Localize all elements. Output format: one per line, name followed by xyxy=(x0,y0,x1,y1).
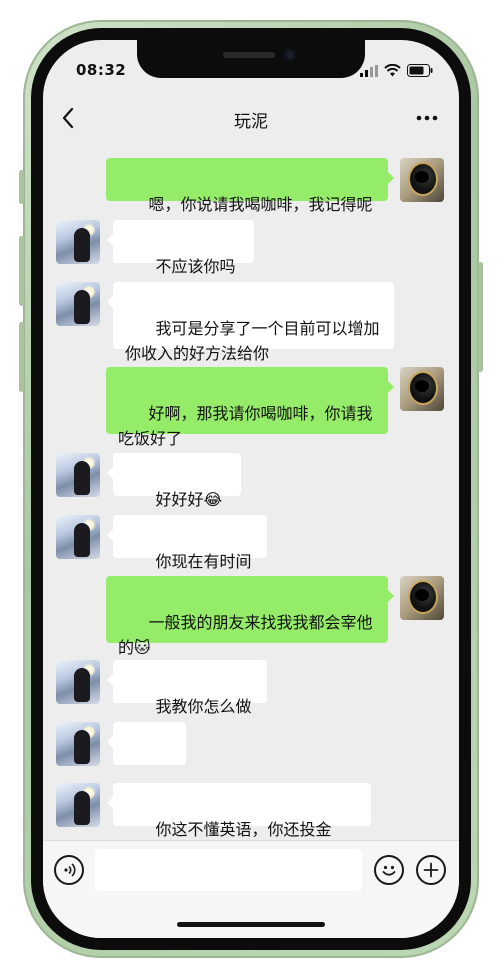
silent-switch xyxy=(19,170,24,204)
message-bubble[interactable]: 你这不懂英语，你还投金融。 xyxy=(107,783,371,864)
message-row: 我教你怎么做吧 xyxy=(43,660,459,741)
avatar-friend[interactable] xyxy=(56,722,100,766)
power-button xyxy=(478,262,483,372)
status-icons xyxy=(360,62,433,81)
message-bubble[interactable]: 我教你怎么做吧 xyxy=(107,660,267,741)
emoji-button[interactable] xyxy=(374,855,404,885)
avatar-friend[interactable] xyxy=(56,453,100,497)
message-row: 一般我的朋友来找我我都会宰他 的🐱 xyxy=(43,576,459,657)
more-button[interactable] xyxy=(413,106,441,130)
wifi-icon xyxy=(384,62,401,81)
message-bubble[interactable]: 好好好😂😂 xyxy=(107,453,241,534)
avatar-self[interactable] xyxy=(400,576,444,620)
message-row: 我可是分享了一个目前可以增加 你收入的好方法给你 xyxy=(43,282,459,363)
volume-up-button xyxy=(19,236,24,306)
message-text: 一般我的朋友来找我我都会宰他 的🐱 xyxy=(118,613,373,657)
volume-down-button xyxy=(19,322,24,392)
message-bubble[interactable]: 嗯，你说请我喝咖啡，我记得呢 xyxy=(106,158,394,214)
speaker xyxy=(223,52,275,58)
avatar-friend[interactable] xyxy=(56,783,100,827)
signal-icon xyxy=(360,62,378,81)
message-bubble[interactable]: 好啊，那我请你喝咖啡，你请我 吃饭好了 xyxy=(106,367,394,448)
message-text: 嗯，你说请我喝咖啡，我记得呢 xyxy=(148,195,373,214)
message-row: 好啊，那我请你喝咖啡，你请我 吃饭好了 xyxy=(43,367,459,448)
message-row: 不应该你吗😂 xyxy=(43,220,459,301)
message-text: 我可是分享了一个目前可以增加 你收入的好方法给你 xyxy=(125,319,380,363)
avatar-friend[interactable] xyxy=(56,282,100,326)
message-bubble[interactable]: 一般我的朋友来找我我都会宰他 的🐱 xyxy=(106,576,394,657)
message-bubble[interactable]: 我可是分享了一个目前可以增加 你收入的好方法给你 xyxy=(107,282,394,363)
message-row: 你现在有时间吧 xyxy=(43,515,459,596)
message-row: 嗯，你说请我喝咖啡，我记得呢 xyxy=(43,158,459,214)
status-time: 08:32 xyxy=(76,61,127,79)
message-row: 😂😂 xyxy=(43,722,459,803)
message-text: 好啊，那我请你喝咖啡，你请我 吃饭好了 xyxy=(118,404,373,448)
message-input[interactable] xyxy=(95,849,362,891)
avatar-friend[interactable] xyxy=(56,660,100,704)
front-camera xyxy=(283,48,297,62)
avatar-self[interactable] xyxy=(400,367,444,411)
message-bubble[interactable]: 不应该你吗😂 xyxy=(107,220,254,301)
avatar-friend[interactable] xyxy=(56,220,100,264)
message-row: 好好好😂😂 xyxy=(43,453,459,534)
nav-bar: 玩泥 xyxy=(43,98,459,138)
avatar-self[interactable] xyxy=(400,158,444,202)
plus-button[interactable] xyxy=(416,855,446,885)
message-bubble[interactable]: 你现在有时间吧 xyxy=(107,515,267,596)
screen: 08:32 玩泥 嗯，你说请我喝咖啡，我记得呢 不应该你吗 我可是分享了一个目前… xyxy=(43,40,459,938)
message-bubble[interactable]: 😂😂 xyxy=(107,722,186,803)
chat-title: 玩泥 xyxy=(234,112,268,132)
notch xyxy=(137,40,365,78)
message-row: 你这不懂英语，你还投金融。 xyxy=(43,783,459,864)
voice-button[interactable] xyxy=(54,855,84,885)
avatar-friend[interactable] xyxy=(56,515,100,559)
battery-icon xyxy=(407,62,433,81)
more-dots-icon xyxy=(413,115,441,134)
home-indicator[interactable] xyxy=(177,922,325,927)
